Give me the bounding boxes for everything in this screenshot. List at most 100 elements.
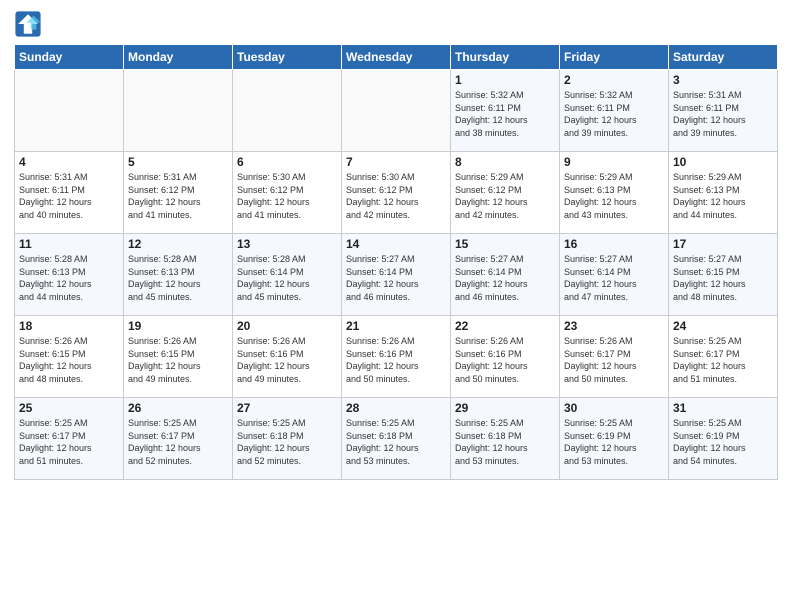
day-number: 2 xyxy=(564,73,664,87)
day-info: Sunrise: 5:30 AM Sunset: 6:12 PM Dayligh… xyxy=(346,171,446,221)
day-info: Sunrise: 5:29 AM Sunset: 6:13 PM Dayligh… xyxy=(564,171,664,221)
day-number: 12 xyxy=(128,237,228,251)
day-info: Sunrise: 5:26 AM Sunset: 6:17 PM Dayligh… xyxy=(564,335,664,385)
calendar-cell xyxy=(233,70,342,152)
day-info: Sunrise: 5:27 AM Sunset: 6:14 PM Dayligh… xyxy=(564,253,664,303)
day-number: 20 xyxy=(237,319,337,333)
day-info: Sunrise: 5:25 AM Sunset: 6:19 PM Dayligh… xyxy=(564,417,664,467)
page: SundayMondayTuesdayWednesdayThursdayFrid… xyxy=(0,0,792,612)
day-info: Sunrise: 5:26 AM Sunset: 6:16 PM Dayligh… xyxy=(455,335,555,385)
calendar-cell: 4 Sunrise: 5:31 AM Sunset: 6:11 PM Daylig… xyxy=(15,152,124,234)
calendar-cell xyxy=(15,70,124,152)
day-number: 17 xyxy=(673,237,773,251)
weekday-header-row: SundayMondayTuesdayWednesdayThursdayFrid… xyxy=(15,45,778,70)
day-number: 8 xyxy=(455,155,555,169)
day-info: Sunrise: 5:28 AM Sunset: 6:14 PM Dayligh… xyxy=(237,253,337,303)
calendar-cell: 30 Sunrise: 5:25 AM Sunset: 6:19 PM Dayli… xyxy=(560,398,669,480)
day-info: Sunrise: 5:27 AM Sunset: 6:15 PM Dayligh… xyxy=(673,253,773,303)
calendar-cell: 8Sunrise: 5:29 AM Sunset: 6:12 PM Daylig… xyxy=(451,152,560,234)
calendar-cell: 11Sunrise: 5:28 AM Sunset: 6:13 PM Dayli… xyxy=(15,234,124,316)
day-number: 31 xyxy=(673,401,773,415)
day-info: Sunrise: 5:25 AM Sunset: 6:18 PM Dayligh… xyxy=(455,417,555,467)
calendar-cell: 31 Sunrise: 5:25 AM Sunset: 6:19 PM Dayli… xyxy=(669,398,778,480)
logo xyxy=(14,10,46,38)
day-info: Sunrise: 5:25 AM Sunset: 6:17 PM Dayligh… xyxy=(19,417,119,467)
day-info: Sunrise: 5:31 AM Sunset: 6:11 PM Dayligh… xyxy=(19,171,119,221)
day-info: Sunrise: 5:27 AM Sunset: 6:14 PM Dayligh… xyxy=(346,253,446,303)
day-info: Sunrise: 5:25 AM Sunset: 6:17 PM Dayligh… xyxy=(673,335,773,385)
day-info: Sunrise: 5:32 AM Sunset: 6:11 PM Dayligh… xyxy=(455,89,555,139)
calendar-cell: 3Sunrise: 5:31 AM Sunset: 6:11 PM Daylig… xyxy=(669,70,778,152)
day-info: Sunrise: 5:28 AM Sunset: 6:13 PM Dayligh… xyxy=(128,253,228,303)
day-number: 9 xyxy=(564,155,664,169)
week-row-4: 18 Sunrise: 5:26 AM Sunset: 6:15 PM Dayli… xyxy=(15,316,778,398)
day-number: 16 xyxy=(564,237,664,251)
week-row-3: 11 Sunrise: 5:28 AM Sunset: 6:13 PM Dayli… xyxy=(15,234,778,316)
calendar-cell: 17 Sunrise: 5:27 AM Sunset: 6:15 PM Dayli… xyxy=(669,234,778,316)
day-info: Sunrise: 5:25 AM Sunset: 6:18 PM Dayligh… xyxy=(346,417,446,467)
day-number: 4 xyxy=(19,155,119,169)
day-info: Sunrise: 5:26 AM Sunset: 6:16 PM Dayligh… xyxy=(237,335,337,385)
logo-icon xyxy=(14,10,42,38)
header xyxy=(14,10,778,38)
day-number: 28 xyxy=(346,401,446,415)
day-number: 14 xyxy=(346,237,446,251)
calendar-cell: 12 Sunrise: 5:28 AM Sunset: 6:13 PM Dayli… xyxy=(124,234,233,316)
calendar-cell: 15 Sunrise: 5:27 AM Sunset: 6:14 PM Dayli… xyxy=(451,234,560,316)
day-number: 29 xyxy=(455,401,555,415)
calendar-cell: 19 Sunrise: 5:26 AM Sunset: 6:15 PM Dayli… xyxy=(124,316,233,398)
calendar-cell: 14 Sunrise: 5:27 AM Sunset: 6:14 PM Dayli… xyxy=(342,234,451,316)
day-number: 15 xyxy=(455,237,555,251)
calendar-cell xyxy=(124,70,233,152)
calendar-cell: 28 Sunrise: 5:25 AM Sunset: 6:18 PM Dayli… xyxy=(342,398,451,480)
weekday-header-friday: Friday xyxy=(560,45,669,70)
calendar-cell xyxy=(342,70,451,152)
day-number: 25 xyxy=(19,401,119,415)
day-number: 13 xyxy=(237,237,337,251)
calendar-cell: 20 Sunrise: 5:26 AM Sunset: 6:16 PM Dayli… xyxy=(233,316,342,398)
day-number: 27 xyxy=(237,401,337,415)
calendar-cell: 7 Sunrise: 5:30 AM Sunset: 6:12 PM Daylig… xyxy=(342,152,451,234)
weekday-header-sunday: Sunday xyxy=(15,45,124,70)
day-info: Sunrise: 5:25 AM Sunset: 6:19 PM Dayligh… xyxy=(673,417,773,467)
day-number: 1 xyxy=(455,73,555,87)
day-number: 22 xyxy=(455,319,555,333)
calendar: SundayMondayTuesdayWednesdayThursdayFrid… xyxy=(14,44,778,480)
weekday-header-monday: Monday xyxy=(124,45,233,70)
day-number: 21 xyxy=(346,319,446,333)
day-info: Sunrise: 5:27 AM Sunset: 6:14 PM Dayligh… xyxy=(455,253,555,303)
calendar-cell: 22 Sunrise: 5:26 AM Sunset: 6:16 PM Dayli… xyxy=(451,316,560,398)
day-number: 18 xyxy=(19,319,119,333)
week-row-2: 4 Sunrise: 5:31 AM Sunset: 6:11 PM Daylig… xyxy=(15,152,778,234)
calendar-cell: 23Sunrise: 5:26 AM Sunset: 6:17 PM Dayli… xyxy=(560,316,669,398)
calendar-cell: 1 Sunrise: 5:32 AM Sunset: 6:11 PM Daylig… xyxy=(451,70,560,152)
day-number: 5 xyxy=(128,155,228,169)
day-number: 24 xyxy=(673,319,773,333)
day-info: Sunrise: 5:31 AM Sunset: 6:12 PM Dayligh… xyxy=(128,171,228,221)
day-info: Sunrise: 5:26 AM Sunset: 6:16 PM Dayligh… xyxy=(346,335,446,385)
calendar-cell: 9 Sunrise: 5:29 AM Sunset: 6:13 PM Daylig… xyxy=(560,152,669,234)
day-info: Sunrise: 5:25 AM Sunset: 6:17 PM Dayligh… xyxy=(128,417,228,467)
day-number: 30 xyxy=(564,401,664,415)
day-number: 11 xyxy=(19,237,119,251)
calendar-cell: 18 Sunrise: 5:26 AM Sunset: 6:15 PM Dayli… xyxy=(15,316,124,398)
day-number: 7 xyxy=(346,155,446,169)
calendar-cell: 29 Sunrise: 5:25 AM Sunset: 6:18 PM Dayli… xyxy=(451,398,560,480)
weekday-header-wednesday: Wednesday xyxy=(342,45,451,70)
calendar-cell: 10Sunrise: 5:29 AM Sunset: 6:13 PM Dayli… xyxy=(669,152,778,234)
calendar-cell: 5 Sunrise: 5:31 AM Sunset: 6:12 PM Daylig… xyxy=(124,152,233,234)
day-info: Sunrise: 5:32 AM Sunset: 6:11 PM Dayligh… xyxy=(564,89,664,139)
calendar-cell: 13 Sunrise: 5:28 AM Sunset: 6:14 PM Dayli… xyxy=(233,234,342,316)
day-info: Sunrise: 5:26 AM Sunset: 6:15 PM Dayligh… xyxy=(19,335,119,385)
day-info: Sunrise: 5:31 AM Sunset: 6:11 PM Dayligh… xyxy=(673,89,773,139)
weekday-header-tuesday: Tuesday xyxy=(233,45,342,70)
day-number: 6 xyxy=(237,155,337,169)
calendar-cell: 21 Sunrise: 5:26 AM Sunset: 6:16 PM Dayli… xyxy=(342,316,451,398)
week-row-5: 25 Sunrise: 5:25 AM Sunset: 6:17 PM Dayli… xyxy=(15,398,778,480)
calendar-cell: 27Sunrise: 5:25 AM Sunset: 6:18 PM Dayli… xyxy=(233,398,342,480)
calendar-cell: 2 Sunrise: 5:32 AM Sunset: 6:11 PM Daylig… xyxy=(560,70,669,152)
day-number: 19 xyxy=(128,319,228,333)
calendar-cell: 24 Sunrise: 5:25 AM Sunset: 6:17 PM Dayli… xyxy=(669,316,778,398)
day-info: Sunrise: 5:26 AM Sunset: 6:15 PM Dayligh… xyxy=(128,335,228,385)
day-number: 10 xyxy=(673,155,773,169)
